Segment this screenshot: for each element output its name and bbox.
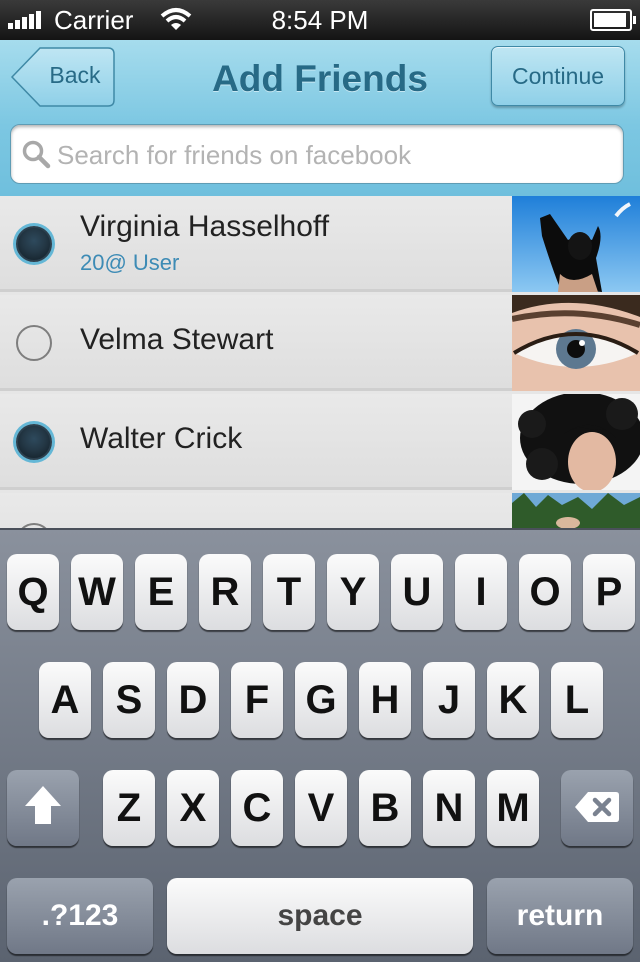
key-b[interactable]: B	[359, 770, 411, 846]
key-x[interactable]: X	[167, 770, 219, 846]
shift-arrow-icon	[25, 786, 61, 824]
key-m[interactable]: M	[487, 770, 539, 846]
friend-photo	[512, 493, 640, 528]
friend-row[interactable]: Walter Crick	[0, 394, 640, 490]
friend-row[interactable]: Velma Stewart	[0, 295, 640, 391]
numbers-key[interactable]: .?123	[7, 878, 153, 954]
key-u[interactable]: U	[391, 554, 443, 630]
key-k[interactable]: K	[487, 662, 539, 738]
space-key[interactable]: space	[167, 878, 473, 954]
key-c[interactable]: C	[231, 770, 283, 846]
key-i[interactable]: I	[455, 554, 507, 630]
friend-list: Virginia Hasselhoff 20@ User Velma Stewa…	[0, 196, 640, 528]
navigation-header: Back Add Friends Continue	[0, 40, 640, 197]
key-e[interactable]: E	[135, 554, 187, 630]
key-d[interactable]: D	[167, 662, 219, 738]
key-g[interactable]: G	[295, 662, 347, 738]
friend-name: Virginia Hasselhoff	[80, 210, 330, 243]
search-bar[interactable]	[10, 124, 624, 185]
continue-button[interactable]: Continue	[491, 46, 625, 106]
backspace-key[interactable]	[561, 770, 633, 846]
key-o[interactable]: O	[519, 554, 571, 630]
key-a[interactable]: A	[39, 662, 91, 738]
clock: 8:54 PM	[271, 5, 369, 35]
status-bar: Carrier 8:54 PM	[0, 0, 640, 40]
friend-name: Velma Stewart	[80, 323, 274, 356]
key-w[interactable]: W	[71, 554, 123, 630]
return-key[interactable]: return	[487, 878, 633, 954]
key-r[interactable]: R	[199, 554, 251, 630]
key-j[interactable]: J	[423, 662, 475, 738]
key-v[interactable]: V	[295, 770, 347, 846]
key-q[interactable]: Q	[7, 554, 59, 630]
friend-name: Walter Crick	[80, 422, 243, 455]
friend-row[interactable]: Virginia Hasselhoff 20@ User	[0, 196, 640, 292]
friend-photo	[512, 295, 640, 391]
friend-photo	[512, 196, 640, 292]
key-l[interactable]: L	[551, 662, 603, 738]
key-t[interactable]: T	[263, 554, 315, 630]
friend-subtitle: 20@ User	[80, 250, 180, 275]
key-h[interactable]: H	[359, 662, 411, 738]
key-y[interactable]: Y	[327, 554, 379, 630]
backspace-icon	[575, 792, 619, 822]
search-input[interactable]	[55, 125, 613, 185]
radio-selected-icon[interactable]	[16, 226, 52, 262]
key-s[interactable]: S	[103, 662, 155, 738]
key-p[interactable]: P	[583, 554, 635, 630]
radio-selected-icon[interactable]	[16, 424, 52, 460]
radio-unselected-icon[interactable]	[16, 325, 52, 361]
keyboard: Q W E R T Y U I O P A S D F G H J K L Z …	[0, 528, 640, 962]
battery-icon	[590, 9, 636, 31]
key-n[interactable]: N	[423, 770, 475, 846]
shift-key[interactable]	[7, 770, 79, 846]
key-z[interactable]: Z	[103, 770, 155, 846]
search-icon	[22, 140, 51, 169]
friend-row[interactable]	[0, 493, 640, 528]
key-f[interactable]: F	[231, 662, 283, 738]
friend-photo	[512, 394, 640, 490]
